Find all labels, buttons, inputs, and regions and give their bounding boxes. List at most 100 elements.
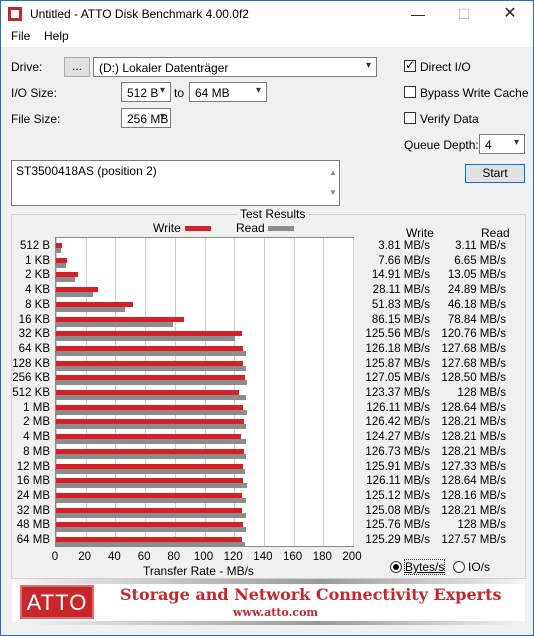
- atto-logo-text: ATTO: [26, 590, 88, 615]
- read-bar: [56, 424, 247, 430]
- read-bar: [56, 542, 246, 547]
- write-value-text: 125.56 MB/s: [365, 328, 430, 341]
- queue-depth-select[interactable]: 4 ▾: [479, 134, 525, 154]
- write-value-text: 7.66 MB/s: [378, 254, 430, 267]
- legend-read-label: Read: [236, 221, 265, 235]
- x-tick-label: 40: [107, 551, 121, 563]
- read-bar: [56, 321, 174, 327]
- scroll-arrows-icon[interactable]: ▲ ▼: [329, 163, 337, 203]
- read-value-text: 78.84 MB/s: [447, 313, 506, 326]
- write-value-text: 126.18 MB/s: [365, 342, 430, 355]
- description-textbox[interactable]: ST3500418AS (position 2) ▲ ▼: [11, 160, 340, 206]
- write-value-text: 126.11 MB/s: [366, 475, 430, 488]
- direct-io-checkbox[interactable]: [404, 58, 416, 72]
- y-category-label: 8 MB: [23, 445, 50, 458]
- verify-data-checkbox[interactable]: [404, 112, 416, 124]
- drive-select[interactable]: (D:) Lokaler Datenträger ▾: [93, 57, 377, 77]
- y-category-label: 256 KB: [12, 372, 50, 385]
- write-value-text: 125.87 MB/s: [365, 357, 430, 370]
- bytes-per-second-label: Bytes/s: [403, 559, 446, 575]
- chevron-down-icon: ▾: [159, 85, 165, 96]
- y-category-label: 512 KB: [12, 387, 50, 399]
- gridline-x: [263, 238, 265, 546]
- y-category-label: 48 MB: [16, 519, 50, 532]
- legend-read-swatch: [268, 226, 294, 231]
- read-bar: [56, 350, 246, 356]
- transfer-rate-chart: [55, 237, 354, 547]
- file-size-label: File Size:: [11, 112, 61, 126]
- y-category-label: 4 MB: [23, 431, 50, 444]
- read-value-text: 128 MB/s: [457, 387, 506, 399]
- read-value-text: 24.89 MB/s: [447, 284, 506, 297]
- banner-stripe-bottom: [12, 621, 525, 625]
- minimize-button[interactable]: —: [395, 1, 441, 27]
- read-value-text: 128.21 MB/s: [441, 416, 506, 429]
- io-per-second-radio[interactable]: [453, 561, 465, 573]
- read-value-text: 127.33 MB/s: [441, 460, 506, 473]
- y-category-label: 32 MB: [16, 504, 50, 517]
- x-tick-label: 120: [223, 551, 243, 563]
- read-bar: [56, 483, 248, 489]
- write-value-text: 28.11 MB/s: [372, 284, 430, 297]
- y-category-label: 1 MB: [23, 401, 50, 414]
- y-category-label: 64 MB: [16, 534, 50, 546]
- legend-write-label: Write: [153, 221, 181, 235]
- test-results-title: Test Results: [237, 207, 309, 221]
- read-bar: [56, 262, 66, 268]
- write-value-text: 125.12 MB/s: [365, 489, 430, 502]
- start-button[interactable]: Start: [465, 164, 525, 183]
- read-bar: [56, 439, 247, 445]
- file-size-select[interactable]: 256 MB ▾: [121, 108, 171, 128]
- app-window: Untitled - ATTO Disk Benchmark 4.00.0f2 …: [0, 0, 534, 636]
- read-value-text: 128.16 MB/s: [441, 489, 506, 502]
- banner-stripe-top: [12, 579, 525, 584]
- read-bar: [56, 336, 236, 342]
- io-size-to-select[interactable]: 64 MB ▾: [189, 82, 267, 102]
- read-value-text: 127.68 MB/s: [441, 357, 506, 370]
- io-size-from-select[interactable]: 512 B ▾: [121, 82, 171, 102]
- read-bar: [56, 277, 76, 283]
- y-category-label: 1 KB: [25, 254, 50, 267]
- x-axis-label: Transfer Rate - MB/s: [143, 564, 254, 578]
- read-value-text: 128.50 MB/s: [441, 372, 506, 385]
- write-value-text: 125.76 MB/s: [365, 519, 430, 532]
- read-value-text: 128.21 MB/s: [441, 504, 506, 517]
- close-button[interactable]: ✕: [487, 1, 533, 27]
- x-tick-label: 80: [167, 551, 181, 563]
- y-category-label: 64 KB: [18, 342, 50, 355]
- maximize-button[interactable]: ☐: [441, 1, 487, 27]
- queue-depth-value: 4: [485, 138, 492, 152]
- menu-help[interactable]: Help: [44, 29, 69, 43]
- write-column-header: Write: [406, 226, 434, 240]
- bypass-write-cache-checkbox[interactable]: [404, 86, 416, 98]
- browse-button[interactable]: ...: [64, 57, 90, 77]
- write-value-text: 126.11 MB/s: [366, 401, 430, 414]
- chevron-down-icon: ▾: [255, 85, 261, 96]
- read-value-text: 128.21 MB/s: [441, 445, 506, 458]
- gridline-x: [353, 238, 354, 546]
- x-tick-label: 140: [253, 551, 273, 563]
- description-text: ST3500418AS (position 2): [16, 164, 157, 178]
- y-category-label: 2 KB: [25, 269, 50, 282]
- drive-value: (D:) Lokaler Datenträger: [99, 61, 229, 75]
- y-category-label: 8 KB: [25, 298, 50, 311]
- gridline-x: [323, 238, 325, 546]
- io-size-from-value: 512 B: [127, 86, 159, 100]
- queue-depth-label: Queue Depth:: [404, 138, 479, 152]
- banner-url: www.atto.com: [233, 606, 319, 619]
- legend-write-swatch: [185, 226, 211, 231]
- read-bar: [56, 497, 247, 503]
- title-bar[interactable]: Untitled - ATTO Disk Benchmark 4.00.0f2 …: [1, 1, 533, 27]
- read-value-text: 6.65 MB/s: [454, 254, 506, 267]
- menu-file[interactable]: File: [11, 29, 30, 43]
- atto-logo: ATTO: [20, 585, 94, 619]
- atto-app-icon: [8, 7, 22, 21]
- bytes-per-second-radio[interactable]: [390, 561, 402, 573]
- x-tick-label: 20: [78, 551, 92, 563]
- chevron-down-icon: ▾: [365, 60, 371, 71]
- read-value-text: 128.64 MB/s: [441, 475, 506, 488]
- x-tick-label: 60: [137, 551, 151, 563]
- read-bar: [56, 409, 248, 415]
- write-value-text: 126.73 MB/s: [365, 445, 430, 458]
- read-bar: [56, 380, 247, 386]
